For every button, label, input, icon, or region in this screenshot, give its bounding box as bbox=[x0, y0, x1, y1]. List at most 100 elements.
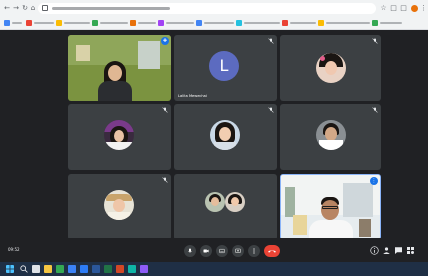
bookmark-favicon bbox=[4, 20, 10, 26]
cast-icon[interactable]: □ bbox=[400, 4, 407, 13]
word-icon[interactable] bbox=[92, 265, 100, 273]
participant-avatar bbox=[210, 120, 240, 150]
bookmarks-bar bbox=[0, 17, 428, 29]
search-icon[interactable] bbox=[20, 265, 28, 273]
bookmark-label bbox=[64, 22, 90, 24]
photos-icon[interactable] bbox=[140, 265, 148, 273]
mic-off-icon bbox=[162, 177, 168, 183]
star-icon[interactable]: ☆ bbox=[380, 4, 387, 13]
camera-button[interactable] bbox=[200, 245, 212, 257]
bookmark-label bbox=[380, 22, 402, 24]
end-call-button[interactable] bbox=[264, 245, 280, 257]
mail-icon[interactable] bbox=[68, 265, 76, 273]
pin-icon[interactable]: ✚ bbox=[161, 37, 169, 45]
participant-tile[interactable]: ✚ bbox=[68, 35, 171, 101]
profile-avatar[interactable] bbox=[411, 5, 418, 12]
self-face bbox=[321, 200, 339, 220]
captions-button[interactable] bbox=[216, 245, 228, 257]
bookmark-favicon bbox=[372, 20, 378, 26]
task-view-icon[interactable] bbox=[32, 265, 40, 273]
meet-stage: ✚ L Lalita Mewechai ⋮ 09:52 bbox=[0, 30, 428, 262]
meeting-time: 09:52 bbox=[8, 247, 20, 252]
people-icon[interactable] bbox=[382, 246, 391, 255]
participant-avatar bbox=[104, 120, 134, 150]
bookmark-item[interactable] bbox=[318, 20, 370, 26]
bookmark-item[interactable] bbox=[196, 20, 234, 26]
mic-icon bbox=[188, 248, 192, 253]
bookmark-item[interactable] bbox=[236, 20, 280, 26]
extension-icon[interactable]: □ bbox=[390, 4, 397, 13]
bookmark-item[interactable] bbox=[282, 20, 316, 26]
bookmark-favicon bbox=[26, 20, 32, 26]
participant-avatar bbox=[104, 190, 134, 220]
bookmark-label bbox=[166, 22, 194, 24]
participant-tile[interactable] bbox=[68, 174, 171, 240]
participant-tile[interactable] bbox=[174, 174, 277, 240]
more-options-icon[interactable]: ⋮ bbox=[370, 177, 378, 185]
bookmark-item[interactable] bbox=[4, 20, 22, 26]
bookmark-label bbox=[34, 22, 54, 24]
participant-tile[interactable] bbox=[174, 104, 277, 170]
windows-start-icon[interactable] bbox=[6, 265, 14, 273]
activities-icon[interactable] bbox=[406, 246, 415, 255]
excel-icon[interactable] bbox=[104, 265, 112, 273]
present-button[interactable] bbox=[232, 245, 244, 257]
participant-avatar bbox=[316, 120, 346, 150]
browser-chrome: ← → ↻ ⌂ ☆ □ □ ⋮ bbox=[0, 0, 428, 30]
bookmark-item[interactable] bbox=[92, 20, 128, 26]
powerpoint-icon[interactable] bbox=[116, 265, 124, 273]
bookmark-item[interactable] bbox=[56, 20, 90, 26]
more-options-button[interactable] bbox=[248, 245, 260, 257]
bookmark-favicon bbox=[158, 20, 164, 26]
bookmark-item[interactable] bbox=[158, 20, 194, 26]
file-explorer-icon[interactable] bbox=[44, 265, 52, 273]
participant-tile[interactable]: L Lalita Mewechai bbox=[174, 35, 277, 101]
home-icon[interactable]: ⌂ bbox=[29, 4, 37, 13]
mic-off-icon bbox=[268, 38, 274, 44]
bookmark-item[interactable] bbox=[372, 20, 402, 26]
reload-icon[interactable]: ↻ bbox=[21, 4, 29, 13]
taskbar bbox=[0, 262, 428, 276]
bookmark-label bbox=[290, 22, 316, 24]
address-bar[interactable] bbox=[38, 3, 376, 14]
edge-icon[interactable] bbox=[128, 265, 136, 273]
bookmark-favicon bbox=[282, 20, 288, 26]
more-icon bbox=[253, 248, 255, 254]
camera-icon bbox=[203, 249, 209, 253]
bookmark-item[interactable] bbox=[26, 20, 54, 26]
participant-avatar bbox=[225, 192, 245, 212]
bookmark-label bbox=[138, 22, 156, 24]
bookmark-label bbox=[100, 22, 128, 24]
participant-tile[interactable] bbox=[280, 35, 381, 101]
participant-name bbox=[174, 220, 277, 226]
bookmark-favicon bbox=[92, 20, 98, 26]
end-call-icon bbox=[268, 250, 276, 253]
self-video-tile[interactable]: ⋮ bbox=[280, 174, 381, 240]
participant-face bbox=[108, 65, 122, 81]
forward-icon[interactable]: → bbox=[12, 4, 20, 13]
chrome-icon[interactable] bbox=[56, 265, 64, 273]
bookmark-favicon bbox=[56, 20, 62, 26]
participant-name: Lalita Mewechai bbox=[178, 94, 207, 98]
bookmark-favicon bbox=[236, 20, 242, 26]
bookmark-favicon bbox=[130, 20, 136, 26]
menu-icon[interactable]: ⋮ bbox=[420, 4, 427, 13]
participant-tile[interactable] bbox=[68, 104, 171, 170]
back-icon[interactable]: ← bbox=[3, 4, 11, 13]
bookmark-favicon bbox=[318, 20, 324, 26]
mic-off-icon bbox=[162, 107, 168, 113]
chat-icon[interactable] bbox=[394, 246, 403, 255]
mic-off-icon bbox=[372, 38, 378, 44]
participant-tile[interactable] bbox=[280, 104, 381, 170]
participant-avatar bbox=[205, 192, 225, 212]
bookmark-label bbox=[204, 22, 234, 24]
store-icon[interactable] bbox=[80, 265, 88, 273]
bookmark-label bbox=[244, 22, 280, 24]
meet-controls-bar: 09:52 bbox=[0, 238, 428, 262]
bookmark-item[interactable] bbox=[130, 20, 156, 26]
participant-avatar: L bbox=[209, 51, 239, 81]
mic-button[interactable] bbox=[184, 245, 196, 257]
url-text[interactable] bbox=[52, 7, 170, 10]
info-icon[interactable] bbox=[370, 246, 379, 255]
lock-icon bbox=[42, 5, 48, 11]
